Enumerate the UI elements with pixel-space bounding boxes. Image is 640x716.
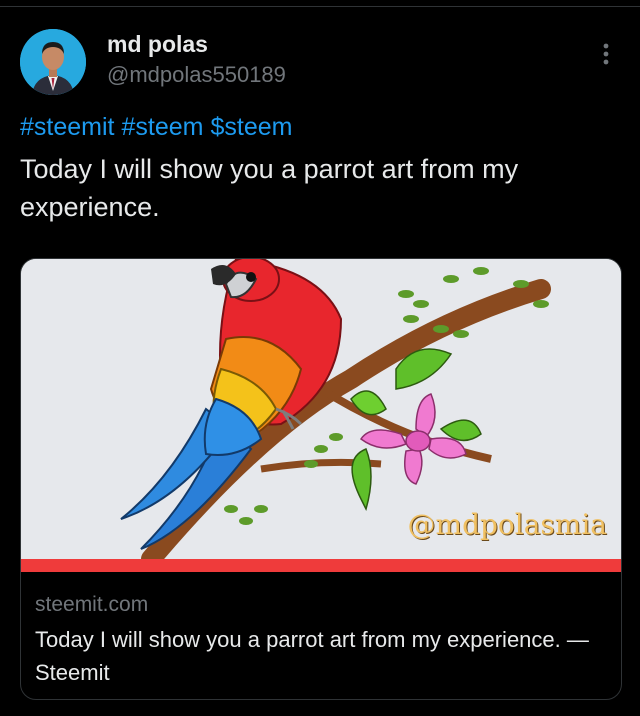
- image-watermark: @mdpolasmia: [407, 508, 607, 541]
- top-divider: [0, 6, 640, 7]
- author-name[interactable]: md polas: [107, 31, 208, 58]
- image-bottom-band: [21, 559, 621, 572]
- avatar[interactable]: [20, 29, 86, 95]
- cashtag-link[interactable]: $steem: [210, 113, 292, 141]
- author-handle[interactable]: @mdpolas550189: [107, 62, 286, 88]
- post-text: Today I will show you a parrot art from …: [20, 154, 519, 222]
- link-preview-card[interactable]: @mdpolasmia steemit.com Today I will sho…: [20, 258, 622, 700]
- more-options-icon[interactable]: [596, 40, 616, 70]
- link-preview-image[interactable]: @mdpolasmia: [21, 259, 621, 559]
- link-title: Today I will show you a parrot art from …: [35, 627, 589, 685]
- hashtag-link[interactable]: #steem: [121, 113, 203, 141]
- hashtag-link[interactable]: #steemit: [20, 113, 114, 141]
- hashtag-list: #steemit #steem $steem: [20, 113, 299, 142]
- link-domain: steemit.com: [35, 593, 149, 616]
- avatar-photo: [20, 29, 86, 95]
